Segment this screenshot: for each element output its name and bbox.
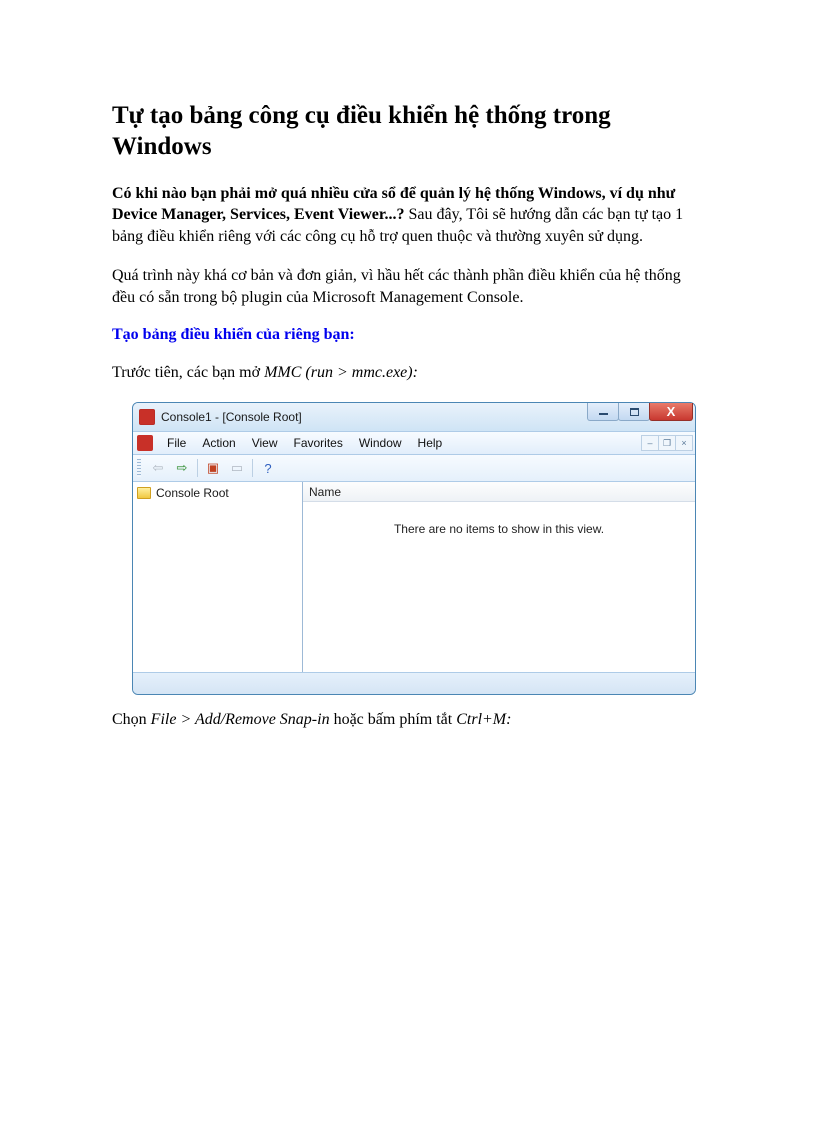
status-bar xyxy=(133,672,695,694)
mmc-app-icon xyxy=(139,409,155,425)
window-close-button[interactable]: X xyxy=(649,403,693,421)
lead-paragraph: Có khi nào bạn phải mở quá nhiều cửa sổ … xyxy=(112,183,706,248)
toolbar-separator-2 xyxy=(252,459,253,477)
menu-help[interactable]: Help xyxy=(410,434,451,452)
menu-action[interactable]: Action xyxy=(194,434,243,452)
toolbar-separator xyxy=(197,459,198,477)
mdi-minimize-button[interactable]: – xyxy=(641,435,659,451)
result-pane[interactable]: Name There are no items to show in this … xyxy=(303,482,695,672)
menu-favorites[interactable]: Favorites xyxy=(286,434,351,452)
mdi-restore-button[interactable]: ❐ xyxy=(658,435,676,451)
tree-root-item[interactable]: Console Root xyxy=(137,484,298,502)
section-heading: Tạo bảng điều khiển của riêng bạn: xyxy=(112,326,706,344)
toolbar: ▣ ▭ ? xyxy=(133,455,695,482)
console-tree-pane[interactable]: Console Root xyxy=(133,482,303,672)
menu-window[interactable]: Window xyxy=(351,434,410,452)
mdi-close-button[interactable]: × xyxy=(675,435,693,451)
menu-view[interactable]: View xyxy=(244,434,286,452)
paragraph-4: Chọn File > Add/Remove Snap-in hoặc bấm … xyxy=(112,709,706,731)
window-minimize-button[interactable] xyxy=(587,403,619,421)
folder-icon xyxy=(137,487,151,499)
toolbar-help-button[interactable]: ? xyxy=(257,457,279,479)
toolbar-show-hide-button[interactable]: ▣ xyxy=(202,457,224,479)
toolbar-export-button[interactable]: ▭ xyxy=(226,457,248,479)
mmc-menu-icon xyxy=(137,435,153,451)
menubar: File Action View Favorites Window Help –… xyxy=(133,431,695,455)
tree-root-label: Console Root xyxy=(156,486,229,500)
paragraph-2: Quá trình này khá cơ bản và đơn giản, vì… xyxy=(112,265,706,308)
page-title: Tự tạo bảng công cụ điều khiển hệ thống … xyxy=(112,100,706,163)
paragraph-3: Trước tiên, các bạn mở MMC (run > mmc.ex… xyxy=(112,362,706,384)
toolbar-grip xyxy=(137,459,141,477)
list-empty-message: There are no items to show in this view. xyxy=(303,502,695,672)
window-title: Console1 - [Console Root] xyxy=(161,410,302,424)
mmc-window: Console1 - [Console Root] X File Action … xyxy=(132,402,696,695)
mmc-screenshot: Console1 - [Console Root] X File Action … xyxy=(132,402,696,695)
mmc-client-area: Console Root Name There are no items to … xyxy=(133,482,695,672)
window-titlebar[interactable]: Console1 - [Console Root] X xyxy=(133,403,695,431)
nav-back-button[interactable] xyxy=(147,457,169,479)
nav-forward-button[interactable] xyxy=(171,457,193,479)
list-column-header[interactable]: Name xyxy=(303,482,695,502)
menu-file[interactable]: File xyxy=(159,434,194,452)
window-maximize-button[interactable] xyxy=(618,403,650,421)
